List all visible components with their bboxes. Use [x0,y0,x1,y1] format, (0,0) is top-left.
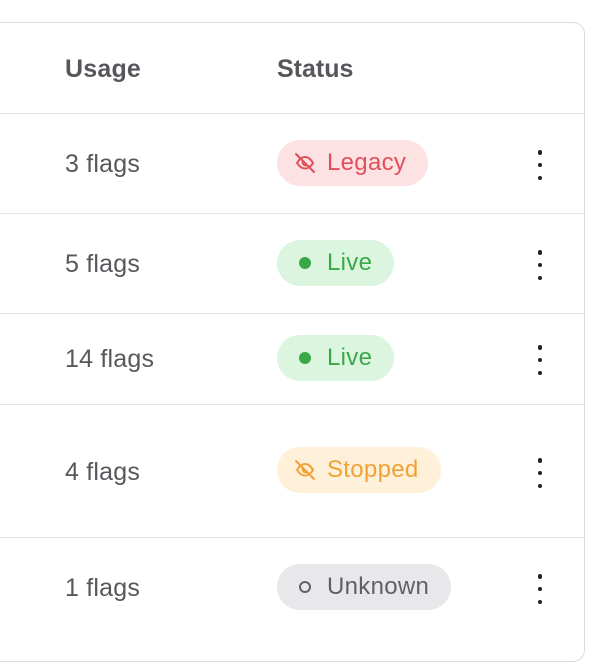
eye-off-icon [293,151,317,175]
usage-cell: 5 flags [65,250,141,278]
dot-filled-icon [293,346,317,370]
usage-cell: 14 flags [65,345,155,373]
status-badge: Live [277,240,395,286]
status-badge: Live [277,335,395,381]
column-header-status[interactable]: Status [277,55,353,84]
table-row[interactable]: 5 flags Live [0,213,584,314]
flags-table: Usage Status 3 flags Legacy 5 flags Live… [0,22,585,662]
table-row[interactable]: 3 flags Legacy [0,113,584,214]
status-badge: Stopped [277,447,441,493]
status-label: Legacy [327,149,407,176]
status-cell: Live [277,335,395,381]
status-label: Unknown [327,573,430,600]
table-header: Usage Status [0,23,584,114]
status-label: Live [327,344,373,371]
status-cell: Stopped [277,447,441,493]
status-badge: Legacy [277,140,429,186]
row-actions-menu-icon[interactable] [530,250,550,280]
table-row[interactable]: 4 flags Stopped [0,404,584,538]
status-label: Stopped [327,456,419,483]
dot-filled-icon [293,251,317,275]
status-cell: Unknown [277,564,452,610]
usage-cell: 1 flags [65,574,141,602]
eye-off-icon [293,458,317,482]
table-row[interactable]: 14 flags Live [0,313,584,405]
row-actions-menu-icon[interactable] [530,150,550,180]
status-badge: Unknown [277,564,452,610]
usage-cell: 3 flags [65,150,141,178]
status-label: Live [327,249,373,276]
dot-outline-icon [293,575,317,599]
row-actions-menu-icon[interactable] [530,574,550,604]
row-actions-menu-icon[interactable] [530,458,550,488]
usage-cell: 4 flags [65,458,141,486]
status-cell: Live [277,240,395,286]
row-actions-menu-icon[interactable] [530,345,550,375]
table-row[interactable]: 1 flags Unknown [0,537,584,657]
column-header-usage[interactable]: Usage [65,55,141,84]
status-cell: Legacy [277,140,429,186]
